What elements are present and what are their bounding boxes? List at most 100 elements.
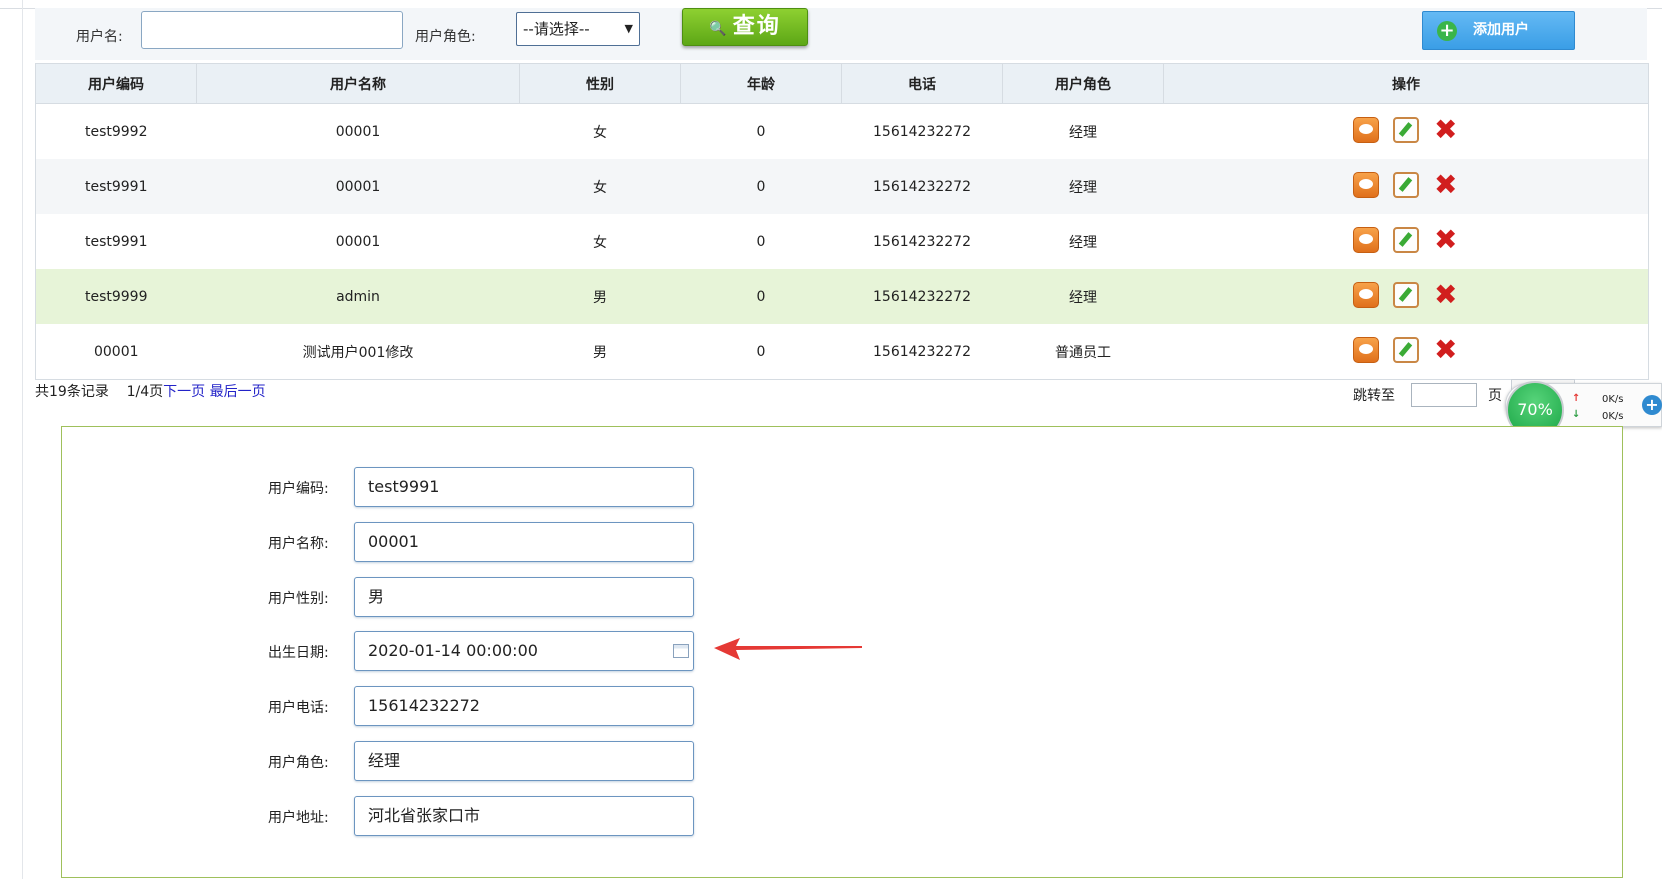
detail-birthdate-value: 2020-01-14 00:00:00 [368,641,538,660]
cell-phone: 15614232272 [841,214,1003,269]
cell-user-name: 测试用户001修改 [196,324,520,380]
cell-user-name: admin [196,269,520,324]
delete-icon[interactable]: ✖ [1433,115,1459,143]
plus-icon: + [1437,21,1457,41]
detail-label-gender: 用户性别: [268,591,329,607]
cell-gender: 女 [519,159,681,214]
view-icon[interactable] [1352,281,1379,308]
header-role: 用户角色 [1002,63,1164,104]
edit-icon[interactable] [1392,336,1419,363]
upload-speed: 0K/s [1602,394,1624,405]
detail-label-address: 用户地址: [268,810,329,826]
cell-user-code: test9991 [35,159,197,214]
cell-age: 0 [680,159,842,214]
cell-actions: ✖ [1163,324,1649,380]
cell-actions: ✖ [1163,214,1649,269]
cell-actions: ✖ [1163,269,1649,324]
table-row: test9992 00001 女 0 15614232272 经理 ✖ [35,103,1649,159]
header-user-code: 用户编码 [35,63,197,104]
role-label: 用户角色: [415,29,476,45]
table-row: test9999 admin 男 0 15614232272 经理 ✖ [35,269,1649,324]
detail-user-name-field[interactable]: 00001 [354,522,694,562]
dropdown-arrow-icon: ▼ [624,22,633,35]
role-select[interactable]: --请选择-- ▼ [516,12,640,46]
cell-user-name: 00001 [196,159,520,214]
cell-role: 经理 [1002,269,1164,324]
next-page-link[interactable]: 下一页 [163,384,205,400]
username-input[interactable] [141,11,403,49]
user-table: 用户编码 用户名称 性别 年龄 电话 用户角色 操作 test9992 0000… [35,63,1649,380]
query-button-label: 查询 [732,14,781,39]
add-user-label: 添加用户 [1473,22,1529,38]
download-arrow-icon: ↓ [1572,409,1581,420]
cell-user-code: 00001 [35,324,197,380]
add-user-button[interactable]: + 添加用户 [1422,11,1575,50]
cell-phone: 15614232272 [841,103,1003,159]
cell-gender: 女 [519,214,681,269]
detail-label-user-code: 用户编码: [268,481,329,497]
cell-role: 经理 [1002,159,1164,214]
edit-icon[interactable] [1392,281,1419,308]
download-speed: 0K/s [1602,411,1624,422]
cell-actions: ✖ [1163,103,1649,159]
view-icon[interactable] [1352,226,1379,253]
delete-icon[interactable]: ✖ [1433,225,1459,253]
edit-icon[interactable] [1392,226,1419,253]
table-row: test9991 00001 女 0 15614232272 经理 ✖ [35,159,1649,214]
detail-role-field[interactable]: 经理 [354,741,694,781]
detail-birthdate-field[interactable]: 2020-01-14 00:00:00 [354,631,694,671]
cell-phone: 15614232272 [841,324,1003,380]
cell-gender: 男 [519,269,681,324]
cell-actions: ✖ [1163,159,1649,214]
record-total: 共19条记录 [35,384,109,400]
view-icon[interactable] [1352,171,1379,198]
header-user-name: 用户名称 [196,63,520,104]
cell-phone: 15614232272 [841,269,1003,324]
search-bar: 用户名: 用户角色: [35,8,1647,60]
delete-icon[interactable]: ✖ [1433,335,1459,363]
detail-label-role: 用户角色: [268,755,329,771]
cell-user-name: 00001 [196,103,520,159]
cell-user-code: test9999 [35,269,197,324]
detail-label-user-name: 用户名称: [268,536,329,552]
jump-label: 跳转至 [1353,388,1395,404]
edit-icon[interactable] [1392,171,1419,198]
view-icon[interactable] [1352,116,1379,143]
header-phone: 电话 [841,63,1003,104]
last-page-link[interactable]: 最后一页 [210,384,266,400]
jump-page-input[interactable] [1411,383,1477,407]
pager: 共19条记录 1/4页下一页 最后一页 [35,381,266,401]
calendar-icon[interactable] [673,644,689,658]
page-indicator: 1/4页 [126,384,164,400]
view-icon[interactable] [1352,336,1379,363]
edit-icon[interactable] [1392,116,1419,143]
cell-age: 0 [680,324,842,380]
jump-unit-label: 页 [1488,388,1502,404]
query-button[interactable]: 🔍 查询 [682,8,808,46]
cell-user-code: test9991 [35,214,197,269]
left-border [22,0,23,879]
table-header-row: 用户编码 用户名称 性别 年龄 电话 用户角色 操作 [35,63,1649,104]
delete-icon[interactable]: ✖ [1433,280,1459,308]
cell-role: 普通员工 [1002,324,1164,380]
detail-gender-field[interactable]: 男 [354,577,694,617]
widget-plus-icon[interactable]: + [1642,395,1662,415]
network-speed-widget[interactable]: 70% ↑ 0K/s ↓ 0K/s + [1505,381,1662,439]
delete-icon[interactable]: ✖ [1433,170,1459,198]
cell-age: 0 [680,103,842,159]
table-row: test9991 00001 女 0 15614232272 经理 ✖ [35,214,1649,269]
username-label: 用户名: [76,29,123,45]
detail-phone-field[interactable]: 15614232272 [354,686,694,726]
header-gender: 性别 [519,63,681,104]
cell-role: 经理 [1002,214,1164,269]
detail-user-code-field[interactable]: test9991 [354,467,694,507]
detail-address-field[interactable]: 河北省张家口市 [354,796,694,836]
cell-age: 0 [680,214,842,269]
cell-age: 0 [680,269,842,324]
cell-user-code: test9992 [35,103,197,159]
detail-label-birthdate: 出生日期: [268,645,329,661]
cell-gender: 女 [519,103,681,159]
role-select-value: --请选择-- [523,20,590,38]
upload-arrow-icon: ↑ [1572,393,1581,404]
cell-user-name: 00001 [196,214,520,269]
